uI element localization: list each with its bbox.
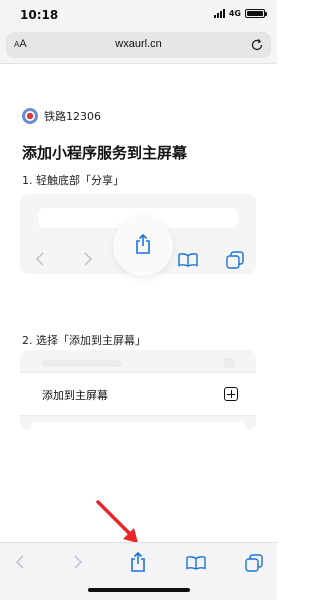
battery-icon [245,9,267,18]
signal-icon [213,9,225,18]
share-icon [136,233,150,254]
status-time: 10:18 [20,8,59,22]
back-icon [35,252,44,266]
bookmarks-button[interactable] [186,556,206,570]
forward-button[interactable] [72,554,84,570]
share-illustration [20,194,256,276]
tabs-icon [226,251,244,269]
menu-top-row [20,350,256,372]
browser-address-area: AA wxaurl.cn [0,30,277,64]
network-type: 4G [228,9,241,18]
page-content: 铁路12306 添加小程序服务到主屏幕 1. 轻触底部「分享」 2. 选择「添加… [0,64,277,542]
address-bar[interactable]: AA wxaurl.cn [6,32,271,58]
blurred-row [42,360,122,367]
forward-icon [84,252,93,266]
step1-label: 1. 轻触底部「分享」 [22,174,124,187]
bookmarks-icon [178,253,198,267]
back-button[interactable] [14,554,26,570]
app-header: 铁路12306 [22,108,101,124]
status-indicators: 4G [213,9,267,18]
url-text[interactable]: wxaurl.cn [6,38,271,50]
reload-icon[interactable] [249,37,265,53]
share-button[interactable] [128,551,148,573]
home-indicator [88,588,190,592]
battery-level [247,11,263,16]
share-highlight [113,216,173,276]
app-name: 铁路12306 [44,110,101,123]
add-to-home-row: 添加到主屏幕 [20,372,256,416]
step2-label: 2. 选择「添加到主屏幕」 [22,334,146,347]
pointer-arrow-icon [96,500,138,543]
share-menu-illustration: 添加到主屏幕 [20,350,256,430]
menu-bottom-row [30,422,246,430]
app-logo-icon [22,108,38,124]
tabs-button[interactable] [245,554,263,572]
blurred-icon [224,358,234,368]
page-title: 添加小程序服务到主屏幕 [22,144,188,162]
add-to-home-label: 添加到主屏幕 [42,389,108,402]
status-bar: 10:18 4G [0,0,277,30]
plus-square-icon [224,387,238,401]
